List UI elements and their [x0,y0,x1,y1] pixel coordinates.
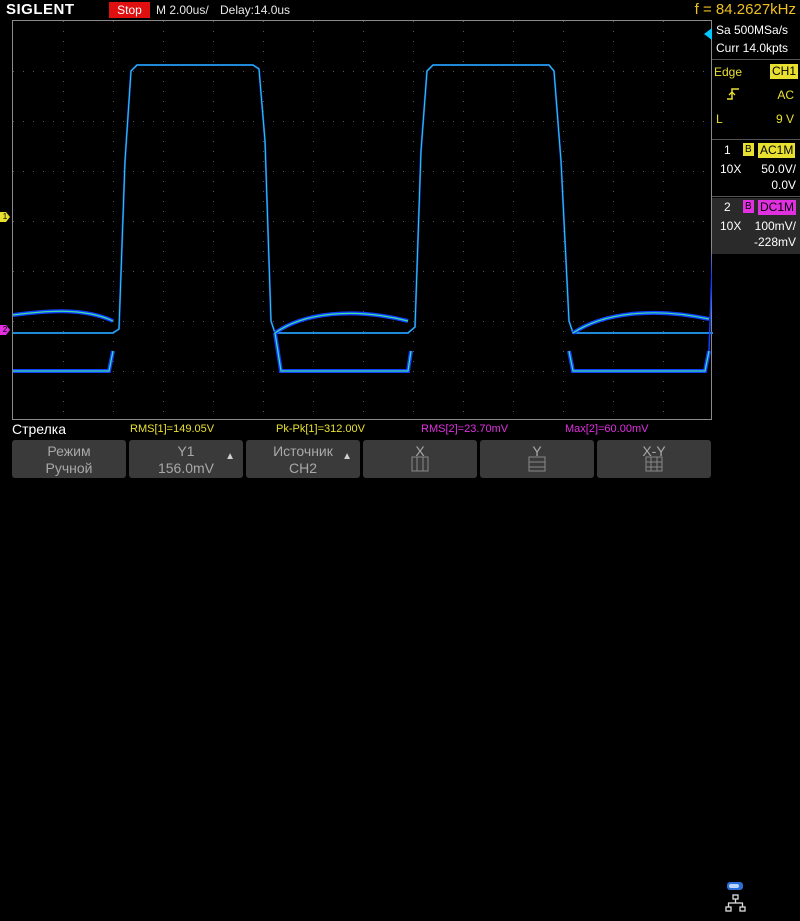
softkey-y[interactable]: Y [480,440,594,478]
softkey-value: 156.0mV [157,460,215,476]
ch1-scale: 50.0V/ [761,162,796,176]
ch1-number: 1 [724,143,731,157]
waveform-traces [13,64,713,373]
dial-icon [411,456,429,472]
measurement-pkpk1: Pk-Pk[1]=312.00V [276,423,365,435]
softkey-label: Режим [47,443,91,459]
ch1-probe: 10X [720,162,742,176]
measurement-bar: Стрелка RMS[1]=149.05V Pk-Pk[1]=312.00V … [0,420,800,438]
ch2-scale: 100mV/ [754,219,796,233]
right-info-panel: Sa 500MSa/s Curr 14.0kpts Edge CH1 AC L … [712,20,800,290]
delay-readout[interactable]: Delay:14.0us [220,2,290,18]
adjust-up-icon: ▲ [225,451,235,462]
network-icon [725,894,746,912]
top-status-bar: SIGLENT Stop M 2.00us/ Delay:14.0us f = … [0,0,800,20]
trigger-type: Edge [714,65,743,79]
measurement-rms2: RMS[2]=23.70mV [421,423,509,435]
softkey-bar: Режим Ручной Y1 156.0mV ▲ Источник CH2 ▲… [0,438,800,912]
trigger-section[interactable]: Edge CH1 AC L 9 V [712,60,800,132]
ch1-info[interactable]: 1 B AC1M 10X 50.0V/ 0.0V [712,141,800,196]
rising-edge-icon [726,87,740,101]
menu-title: Стрелка [12,421,67,437]
ch2-bw-badge: B [743,200,754,213]
softkey-value: CH2 [288,460,317,476]
trigger-level-marker[interactable] [704,28,712,40]
ch2-marker-label: 2 [0,325,10,335]
dial-icon [645,456,663,472]
timebase-readout[interactable]: M 2.00us/ [156,2,209,18]
envelope-trace [13,350,115,373]
softkey-source[interactable]: Источник CH2 ▲ [246,440,360,478]
divider [712,196,800,197]
ch1-marker-label: 1 [0,212,10,222]
ch1-bw-badge: B [743,143,754,156]
trigger-level-value: 9 V [775,112,794,126]
dial-icon [528,456,546,472]
memory-depth: Curr 14.0kpts [716,41,789,55]
status-icons [724,880,748,916]
ch2-offset: -228mV [753,235,796,249]
trigger-source-badge: CH1 [769,64,798,79]
softkey-y1[interactable]: Y1 156.0mV ▲ [129,440,243,478]
ch2-number: 2 [724,200,731,214]
adjust-up-icon: ▲ [342,451,352,462]
sample-rate: Sa 500MSa/s [716,23,789,37]
ch2-probe: 10X [720,219,742,233]
ch-pulse-highlight [13,64,713,334]
trigger-level-label: L [716,112,723,126]
envelope-trace [567,350,711,373]
ch-pulse-trace [13,64,713,334]
ch2-coupling-badge: DC1M [758,200,797,215]
brand-logo: SIGLENT [6,1,75,18]
battery-icon [727,882,743,890]
envelope-highlight [572,312,710,334]
waveform-display[interactable] [12,20,713,420]
run-state-badge[interactable]: Stop [109,2,150,18]
envelope-highlight [13,350,114,372]
ch1-coupling-badge: AC1M [758,143,796,158]
envelope-trace [273,332,413,373]
divider [712,139,800,140]
envelope-highlight [568,350,710,372]
softkey-x[interactable]: X [363,440,477,478]
frequency-readout: f = 84.2627kHz [694,1,796,18]
trigger-coupling: AC [777,88,794,102]
ch2-info[interactable]: 2 B DC1M 10X 100mV/ -228mV [712,198,800,254]
softkey-value: Ручной [45,460,93,476]
measurement-max2: Max[2]=60.00mV [565,423,649,435]
ch1-offset: 0.0V [771,178,796,192]
measurement-rms1: RMS[1]=149.05V [130,423,215,435]
softkey-xy[interactable]: X-Y [597,440,711,478]
softkey-mode[interactable]: Режим Ручной [12,440,126,478]
envelope-highlight [274,332,412,372]
